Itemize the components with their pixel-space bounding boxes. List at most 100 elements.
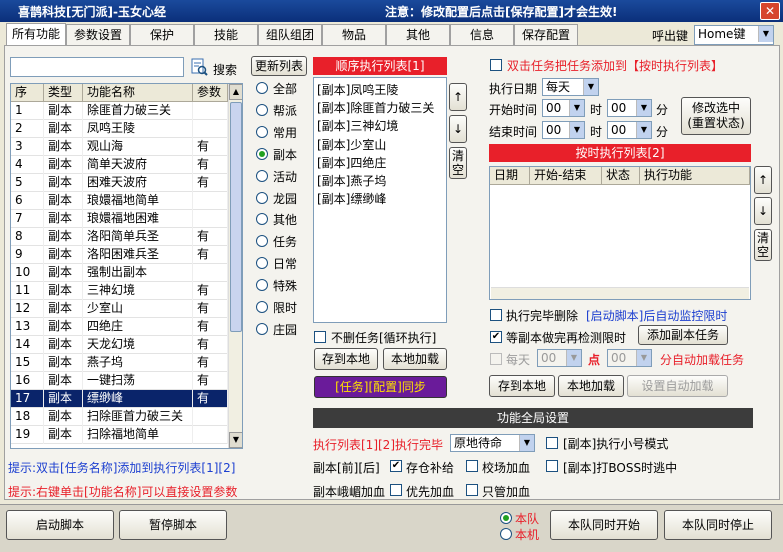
loop-checkbox[interactable] xyxy=(314,331,326,343)
add-dungeon-task-button[interactable]: 添加副本任务 xyxy=(638,325,728,345)
category-radio[interactable] xyxy=(256,322,268,335)
table-row[interactable]: 15 副本 燕子坞有 xyxy=(11,354,228,372)
list-item[interactable]: [副本]三神幻境 xyxy=(317,117,398,134)
scroll-down-icon[interactable]: ▼ xyxy=(229,432,242,448)
timed-clear-button[interactable]: 清空 xyxy=(754,229,772,261)
tab-protect[interactable]: 保护 xyxy=(130,24,194,46)
tab-skills[interactable]: 技能 xyxy=(194,24,258,46)
category-radio[interactable] xyxy=(256,125,268,138)
timed-h-scrollbar[interactable] xyxy=(491,287,749,299)
exec-date-select[interactable]: 每天 ▼ xyxy=(542,78,599,96)
list-item[interactable]: [副本]少室山 xyxy=(317,136,386,153)
tab-items[interactable]: 物品 xyxy=(322,24,386,46)
tab-info[interactable]: 信息 xyxy=(450,24,514,46)
team-start-button[interactable]: 本队同时开始 xyxy=(550,510,658,540)
table-row[interactable]: 8 副本 洛阳简单兵圣有 xyxy=(11,228,228,246)
tab-team[interactable]: 组队组团 xyxy=(258,24,322,46)
category-radio[interactable] xyxy=(256,82,268,94)
category-radio[interactable] xyxy=(256,147,268,160)
finish-action-select[interactable]: 原地待命 ▼ xyxy=(450,434,535,452)
tab-all-functions[interactable]: 所有功能 xyxy=(6,23,66,47)
search-icon[interactable] xyxy=(190,58,208,76)
modify-selected-button[interactable]: 修改选中(重置状态) xyxy=(681,97,751,135)
every-hour-select[interactable]: 00 ▼ xyxy=(537,349,582,367)
table-row[interactable]: 11 副本 三神幻境有 xyxy=(11,282,228,300)
local-radio[interactable] xyxy=(500,528,512,540)
timed-col-func[interactable]: 执行功能 xyxy=(640,167,750,185)
category-radio[interactable] xyxy=(256,169,268,182)
table-row[interactable]: 2 副本 凤鸣王陵 xyxy=(11,120,228,138)
category-radio[interactable] xyxy=(256,279,268,292)
team-radio[interactable] xyxy=(500,512,512,524)
table-row[interactable]: 16 副本 一键扫荡有 xyxy=(11,372,228,390)
seq-up-button[interactable]: ↑ xyxy=(449,83,467,111)
timed-col-status[interactable]: 状态 xyxy=(602,167,640,185)
every-day-checkbox[interactable] xyxy=(490,353,502,365)
col-header-type[interactable]: 类型 xyxy=(44,84,83,102)
category-radio[interactable] xyxy=(256,191,268,204)
wait-checkbox[interactable]: ✔ xyxy=(490,331,502,343)
auto-load-setting-button[interactable]: 设置自动加载 xyxy=(627,375,728,397)
list-item[interactable]: [副本]四绝庄 xyxy=(317,154,386,171)
table-row[interactable]: 5 副本 困难天波府有 xyxy=(11,174,228,192)
hotkey-select[interactable]: Home键 ▼ xyxy=(694,25,774,45)
timed-col-range[interactable]: 开始-结束 xyxy=(530,167,602,185)
only-heal-checkbox[interactable] xyxy=(466,484,478,496)
timed-col-date[interactable]: 日期 xyxy=(490,167,530,185)
list-item[interactable]: [副本]燕子坞 xyxy=(317,172,386,189)
start-minute-select[interactable]: 00 ▼ xyxy=(607,99,652,117)
seq-down-button[interactable]: ↓ xyxy=(449,115,467,143)
boss-timeout-checkbox[interactable] xyxy=(546,460,558,472)
pause-script-button[interactable]: 暂停脚本 xyxy=(119,510,227,540)
seq-clear-button[interactable]: 清空 xyxy=(449,147,467,179)
timed-save-button[interactable]: 存到本地 xyxy=(489,375,555,397)
col-header-index[interactable]: 序 xyxy=(11,84,44,102)
priority-checkbox[interactable] xyxy=(390,484,402,496)
table-row[interactable]: 19 副本 扫除福地简单 xyxy=(11,426,228,444)
col-header-param[interactable]: 参数 xyxy=(193,84,228,102)
sync-button[interactable]: [任务][配置]同步 xyxy=(314,376,447,398)
table-row[interactable]: 9 副本 洛阳困难兵圣有 xyxy=(11,246,228,264)
storage-checkbox[interactable]: ✔ xyxy=(390,460,402,472)
end-hour-select[interactable]: 00 ▼ xyxy=(542,121,585,139)
start-hour-select[interactable]: 00 ▼ xyxy=(542,99,585,117)
table-row[interactable]: 18 副本 扫除匪首力破三关 xyxy=(11,408,228,426)
table-row[interactable]: 6 副本 琅嬛福地简单 xyxy=(11,192,228,210)
table-row[interactable]: 1 副本 除匪首力破三关 xyxy=(11,102,228,120)
table-row[interactable]: 3 副本 观山海有 xyxy=(11,138,228,156)
list-item[interactable]: [副本]缥缈峰 xyxy=(317,190,386,207)
list-item[interactable]: [副本]凤鸣王陵 xyxy=(317,81,398,98)
category-radio[interactable] xyxy=(256,103,268,116)
tab-params[interactable]: 参数设置 xyxy=(66,24,130,46)
refresh-list-button[interactable]: 更新列表 xyxy=(251,56,307,76)
table-row[interactable]: 12 副本 少室山有 xyxy=(11,300,228,318)
table-row[interactable]: 14 副本 天龙幻境有 xyxy=(11,336,228,354)
table-row[interactable]: 13 副本 四绝庄有 xyxy=(11,318,228,336)
timed-up-button[interactable]: ↑ xyxy=(754,166,772,194)
search-input[interactable] xyxy=(10,57,184,77)
table-row[interactable]: 4 副本 简单天波府有 xyxy=(11,156,228,174)
scroll-up-icon[interactable]: ▲ xyxy=(229,84,242,100)
start-script-button[interactable]: 启动脚本 xyxy=(6,510,114,540)
table-row[interactable]: 10 副本 强制出副本 xyxy=(11,264,228,282)
scrollbar[interactable]: ▲ ▼ xyxy=(228,84,242,448)
seq-load-button[interactable]: 本地加载 xyxy=(383,348,447,370)
end-minute-select[interactable]: 00 ▼ xyxy=(607,121,652,139)
team-stop-button[interactable]: 本队同时停止 xyxy=(664,510,772,540)
tab-save-config[interactable]: 保存配置 xyxy=(514,24,578,46)
category-radio[interactable] xyxy=(256,301,268,313)
dbl-click-add-checkbox[interactable] xyxy=(490,59,502,71)
table-row[interactable]: 7 副本 琅嬛福地困难 xyxy=(11,210,228,228)
tab-other[interactable]: 其他 xyxy=(386,24,450,46)
list-item[interactable]: [副本]除匪首力破三关 xyxy=(317,99,434,116)
close-icon[interactable]: ✕ xyxy=(760,2,780,20)
col-header-name[interactable]: 功能名称 xyxy=(83,84,193,102)
table-row[interactable]: 17 副本 缥缈峰有 xyxy=(11,390,228,408)
small-mode-checkbox[interactable] xyxy=(546,437,558,449)
every-minute-select[interactable]: 00 ▼ xyxy=(607,349,652,367)
seq-save-button[interactable]: 存到本地 xyxy=(314,348,378,370)
del-after-checkbox[interactable] xyxy=(490,309,502,321)
search-button[interactable]: 搜索 xyxy=(213,61,237,78)
timed-load-button[interactable]: 本地加载 xyxy=(558,375,624,397)
timed-down-button[interactable]: ↓ xyxy=(754,197,772,225)
